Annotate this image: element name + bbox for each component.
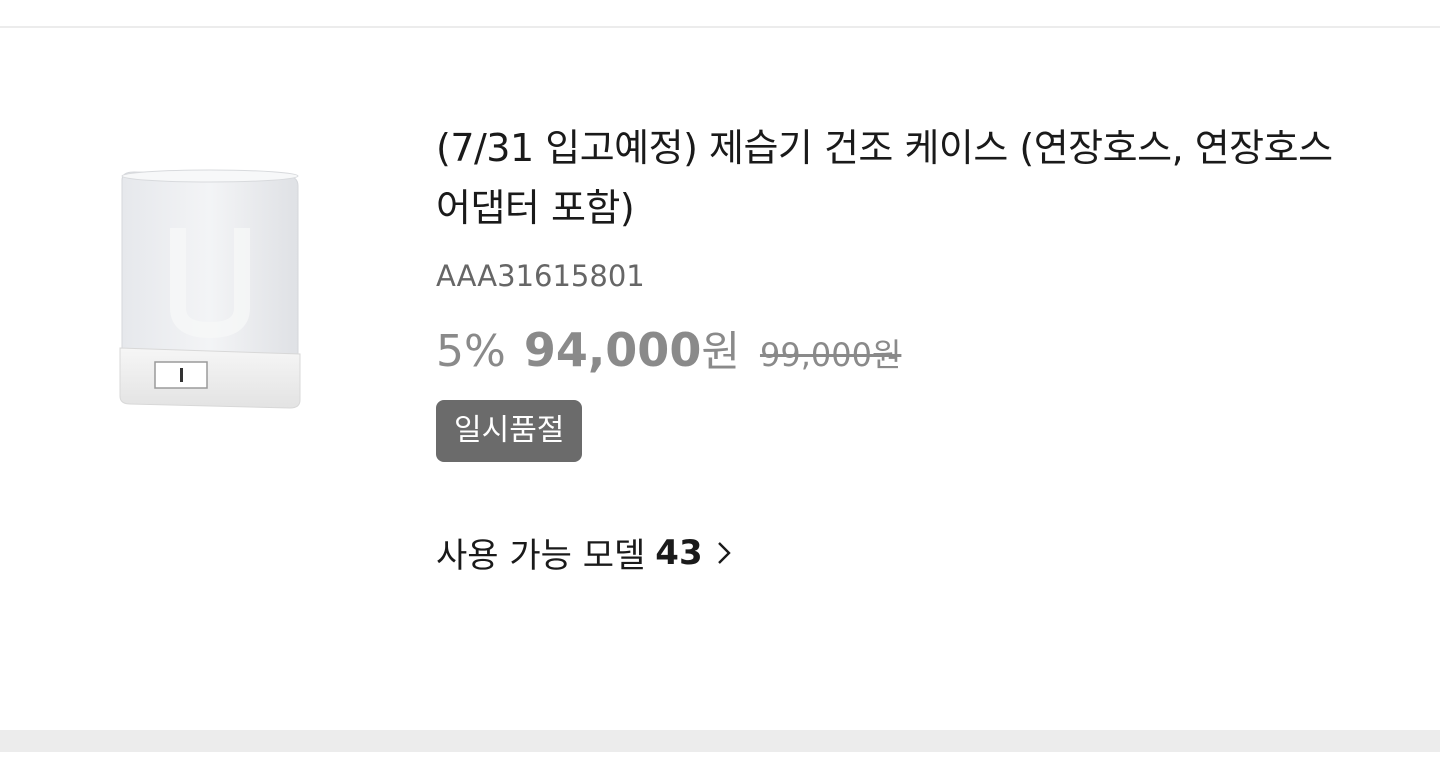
discount-rate: 5% [436,326,506,377]
product-card[interactable]: (7/31 입고예정) 제습기 건조 케이스 (연장호스, 연장호스 어댑터 포… [0,28,1440,730]
product-sku: AAA31615801 [436,259,645,293]
available-models-label: 사용 가능 모델 [436,536,646,576]
price-row: 5% 94,000 원 99,000원 [436,318,1336,380]
dehumidifier-case-image [119,169,301,409]
status-badge: 일시품절 [436,400,583,462]
available-models-count: 43 [655,532,703,573]
original-price: 99,000원 [759,336,902,374]
product-info: (7/31 입고예정) 제습기 건조 케이스 (연장호스, 연장호스 어댑터 포… [436,118,1336,577]
chevron-right-icon [717,541,731,564]
product-image[interactable] [110,158,310,418]
section-divider [0,730,1440,752]
product-title[interactable]: (7/31 입고예정) 제습기 건조 케이스 (연장호스, 연장호스 어댑터 포… [436,118,1336,238]
sale-price: 94,000 [523,323,702,377]
available-models-link[interactable]: 사용 가능 모델 43 [436,528,731,577]
currency-label: 원 [701,327,740,376]
